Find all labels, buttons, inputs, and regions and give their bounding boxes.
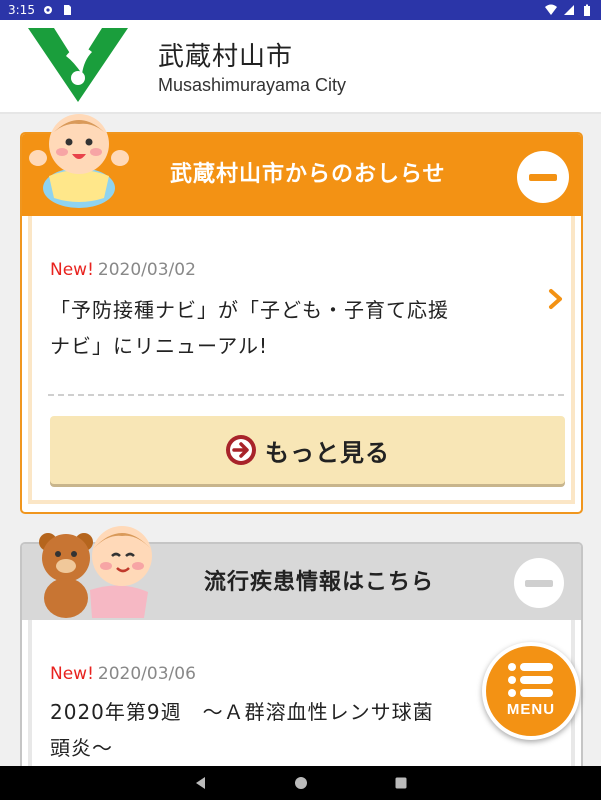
- news-meta: New! 2020/03/02: [50, 260, 196, 280]
- home-icon[interactable]: [294, 776, 308, 790]
- menu-icon: [508, 662, 553, 697]
- wifi-icon: [545, 4, 557, 15]
- minus-icon: [529, 173, 557, 181]
- signal-icon: [564, 5, 574, 15]
- menu-button-label: MENU: [506, 700, 556, 718]
- news-date: 2020/03/06: [97, 664, 196, 684]
- news-title-line: 「予防接種ナビ」が「子ども・子育て応援: [50, 298, 449, 322]
- new-badge: New!: [50, 664, 94, 684]
- chevron-right-icon: [549, 289, 562, 309]
- settings-icon: [43, 6, 52, 14]
- new-badge: New!: [50, 260, 94, 280]
- news-title-line: 2020年第9週 ～Ａ群溶血性レンサ球菌: [50, 700, 434, 724]
- back-icon[interactable]: [194, 776, 208, 790]
- app-header: 武蔵村山市 Musashimurayama City: [0, 20, 601, 114]
- news-title: 「予防接種ナビ」が「子ども・子育て応援 ナビ」にリニューアル!: [50, 292, 449, 364]
- baby-illustration: [29, 114, 129, 208]
- news-meta: New! 2020/03/06: [50, 664, 196, 684]
- navigation-bar: [0, 766, 601, 800]
- status-time: 3:15: [8, 3, 35, 17]
- city-title: 武蔵村山市: [158, 42, 294, 72]
- notice-card-title: 武蔵村山市からのおしらせ: [170, 162, 446, 187]
- more-button-label: もっと見る: [265, 438, 390, 467]
- divider: [48, 394, 564, 396]
- menu-button[interactable]: MENU: [482, 642, 580, 740]
- battery-icon: [584, 4, 590, 16]
- news-title-line: 頭炎～: [50, 736, 113, 760]
- news-title-line: ナビ」にリニューアル!: [50, 334, 269, 358]
- baby-bear-illustration: [39, 526, 152, 618]
- city-logo[interactable]: [26, 26, 130, 104]
- notice-collapse-button[interactable]: [517, 151, 569, 203]
- epidemic-collapse-button[interactable]: [514, 558, 564, 608]
- notice-card-body: New! 2020/03/02 「予防接種ナビ」が「子ども・子育て応援 ナビ」にリ…: [28, 216, 575, 504]
- news-title: 2020年第9週 ～Ａ群溶血性レンサ球菌 頭炎～: [50, 694, 434, 766]
- minus-icon: [525, 579, 553, 587]
- city-subtitle: Musashimurayama City: [158, 75, 347, 95]
- recents-icon[interactable]: [394, 776, 408, 790]
- status-bar: 3:15: [0, 0, 601, 20]
- sd-card-icon: [63, 5, 71, 15]
- arrow-circle-icon: [226, 435, 256, 465]
- epidemic-card-title: 流行疾患情報はこちら: [204, 570, 435, 595]
- news-date: 2020/03/02: [97, 260, 196, 280]
- more-button[interactable]: もっと見る: [50, 416, 565, 484]
